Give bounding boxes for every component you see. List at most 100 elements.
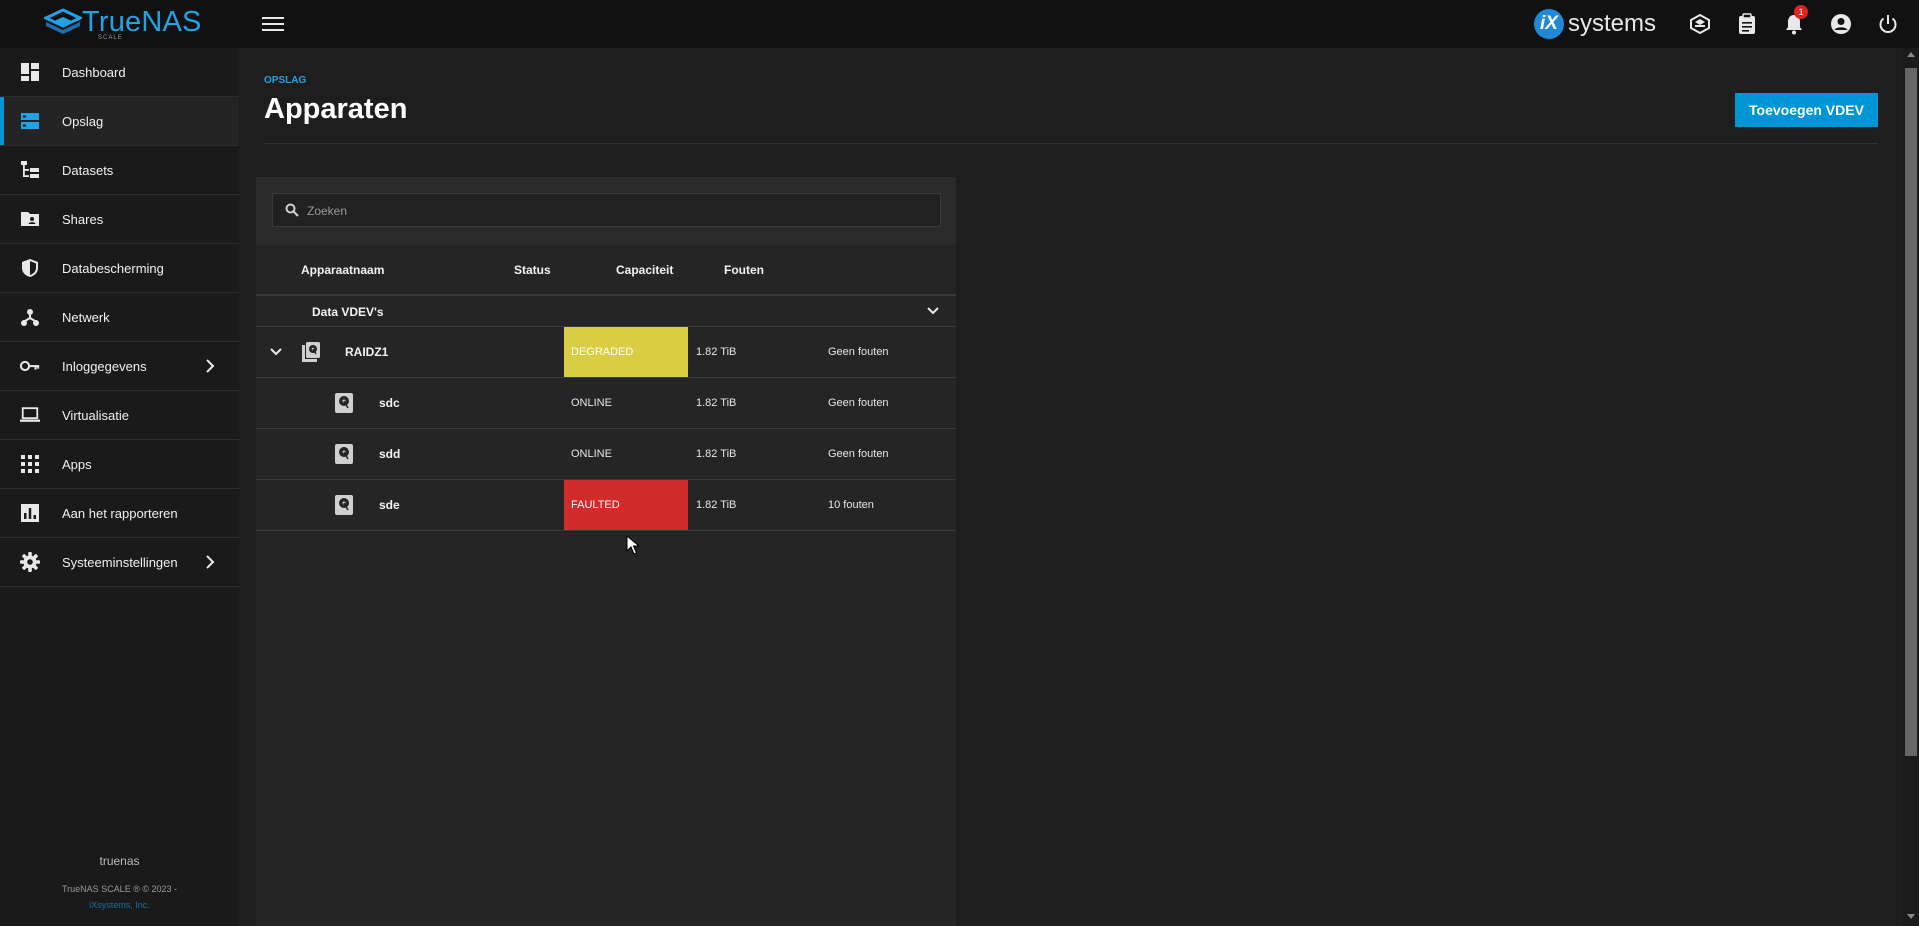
scroll-up-arrow-icon[interactable] [1907, 52, 1915, 57]
sidebar-item-label: Opslag [62, 113, 104, 129]
sidebar-item-netwerk[interactable]: Netwerk [0, 293, 239, 342]
chevron-down-icon[interactable] [268, 344, 284, 360]
capacity-value: 1.82 TiB [696, 346, 737, 358]
table-header: Apparaatnaam Status Capaciteit Fouten [256, 245, 956, 296]
sidebar-item-dashboard[interactable]: Dashboard [0, 48, 239, 97]
company-link[interactable]: iXsystems, Inc. [0, 900, 239, 910]
table-row[interactable]: sdc ONLINE 1.82 TiB Geen fouten [256, 378, 956, 429]
add-vdev-button[interactable]: Toevoegen VDEV [1735, 93, 1878, 127]
device-name: sdd [379, 447, 401, 461]
table-row[interactable]: sdd ONLINE 1.82 TiB Geen fouten [256, 429, 956, 480]
sidebar-item-label: Aan het rapporteren [62, 505, 178, 521]
brand-edition: SCALE [98, 35, 123, 41]
column-header-name[interactable]: Apparaatnaam [301, 263, 384, 277]
ixsystems-logo[interactable]: iX systems [1534, 9, 1656, 39]
errors-value: Geen fouten [828, 346, 889, 358]
column-header-capacity[interactable]: Capaciteit [616, 263, 673, 277]
shield-icon [20, 258, 40, 278]
menu-toggle-icon[interactable] [262, 14, 284, 34]
gear-icon [20, 552, 40, 572]
group-label: Data VDEV's [312, 305, 384, 319]
chevron-down-icon[interactable] [926, 304, 940, 318]
sidebar-item-label: Shares [62, 211, 104, 227]
scroll-down-arrow-icon[interactable] [1907, 914, 1915, 919]
sidebar-item-virtualisatie[interactable]: Virtualisatie [0, 391, 239, 440]
datasets-icon [20, 160, 40, 180]
sidebar-item-databescherming[interactable]: Databescherming [0, 244, 239, 293]
devices-card: Apparaatnaam Status Capaciteit Fouten Da… [256, 177, 956, 926]
power-icon[interactable] [1864, 10, 1911, 38]
sidebar-item-label: Dashboard [62, 64, 126, 80]
sidebar-item-label: Systeeminstellingen [62, 554, 178, 570]
errors-value: 10 fouten [828, 499, 874, 511]
ix-systems-text: systems [1568, 10, 1657, 37]
copyright-text: TrueNAS SCALE ® © 2023 - [62, 884, 177, 894]
header-divider [264, 143, 1878, 144]
sidebar: Dashboard Opslag Datasets Shares Databes… [0, 48, 239, 926]
vdev-group-row[interactable]: Data VDEV's [256, 296, 956, 327]
truenas-logo[interactable]: TrueNAS SCALE [44, 6, 202, 41]
key-icon [20, 356, 40, 376]
capacity-value: 1.82 TiB [696, 499, 737, 511]
account-circle-icon[interactable] [1817, 10, 1864, 38]
notification-badge: 1 [1794, 5, 1808, 19]
device-name: sdc [379, 396, 400, 410]
truecommand-icon[interactable] [1676, 10, 1723, 38]
sidebar-item-label: Netwerk [62, 309, 110, 325]
chevron-right-icon [206, 555, 215, 569]
apps-grid-icon [20, 454, 40, 474]
errors-value: Geen fouten [828, 448, 889, 460]
laptop-icon [20, 405, 40, 425]
dashboard-icon [20, 62, 40, 82]
hostname: truenas [99, 854, 140, 868]
breadcrumb[interactable]: OPSLAG [264, 75, 306, 86]
status-badge: FAULTED [564, 480, 688, 530]
device-name: RAIDZ1 [345, 345, 389, 359]
sidebar-item-inloggegevens[interactable]: Inloggegevens [0, 342, 239, 391]
column-header-status[interactable]: Status [514, 263, 551, 277]
clipboard-icon[interactable] [1723, 10, 1770, 38]
vdev-disks-icon [302, 342, 320, 362]
sidebar-item-label: Databescherming [62, 260, 164, 276]
chevron-right-icon [206, 359, 215, 373]
top-bar: TrueNAS SCALE iX systems 1 [0, 0, 1919, 48]
capacity-value: 1.82 TiB [696, 397, 737, 409]
hard-disk-icon [335, 444, 353, 464]
truenas-logo-icon [44, 7, 82, 34]
hard-disk-icon [335, 393, 353, 413]
sidebar-item-systeeminstellingen[interactable]: Systeeminstellingen [0, 538, 239, 587]
search-icon [285, 203, 299, 217]
status-badge: ONLINE [571, 397, 612, 409]
device-name: sde [379, 498, 400, 512]
table-row[interactable]: sde FAULTED 1.82 TiB 10 fouten [256, 480, 956, 531]
search-area [256, 177, 956, 245]
hard-disk-icon [335, 495, 353, 515]
page-title: Apparaten [264, 93, 408, 125]
sidebar-item-rapporteren[interactable]: Aan het rapporteren [0, 489, 239, 538]
main-content: OPSLAG Apparaten Toevoegen VDEV Apparaat… [239, 48, 1903, 926]
status-badge: ONLINE [571, 448, 612, 460]
bar-chart-icon [20, 503, 40, 523]
shares-folder-icon [20, 209, 40, 229]
network-icon [20, 307, 40, 327]
mouse-cursor-icon [626, 535, 640, 555]
sidebar-item-label: Virtualisatie [62, 407, 129, 423]
errors-value: Geen fouten [828, 397, 889, 409]
scrollbar-thumb[interactable] [1905, 68, 1917, 756]
sidebar-item-label: Apps [62, 456, 92, 472]
sidebar-item-opslag[interactable]: Opslag [0, 97, 239, 146]
search-input[interactable] [305, 194, 929, 228]
sidebar-item-label: Inloggegevens [62, 358, 147, 374]
column-header-errors[interactable]: Fouten [724, 263, 764, 277]
sidebar-item-apps[interactable]: Apps [0, 440, 239, 489]
top-actions: 1 [1676, 5, 1911, 38]
table-row[interactable]: RAIDZ1 DEGRADED 1.82 TiB Geen fouten [256, 327, 956, 378]
sidebar-item-shares[interactable]: Shares [0, 195, 239, 244]
sidebar-item-datasets[interactable]: Datasets [0, 146, 239, 195]
ix-mark: iX [1534, 9, 1564, 39]
notifications-bell-icon[interactable]: 1 [1770, 5, 1817, 38]
sidebar-item-label: Datasets [62, 162, 114, 178]
status-badge: DEGRADED [564, 327, 688, 377]
search-box[interactable] [272, 193, 941, 228]
storage-icon [20, 111, 40, 131]
